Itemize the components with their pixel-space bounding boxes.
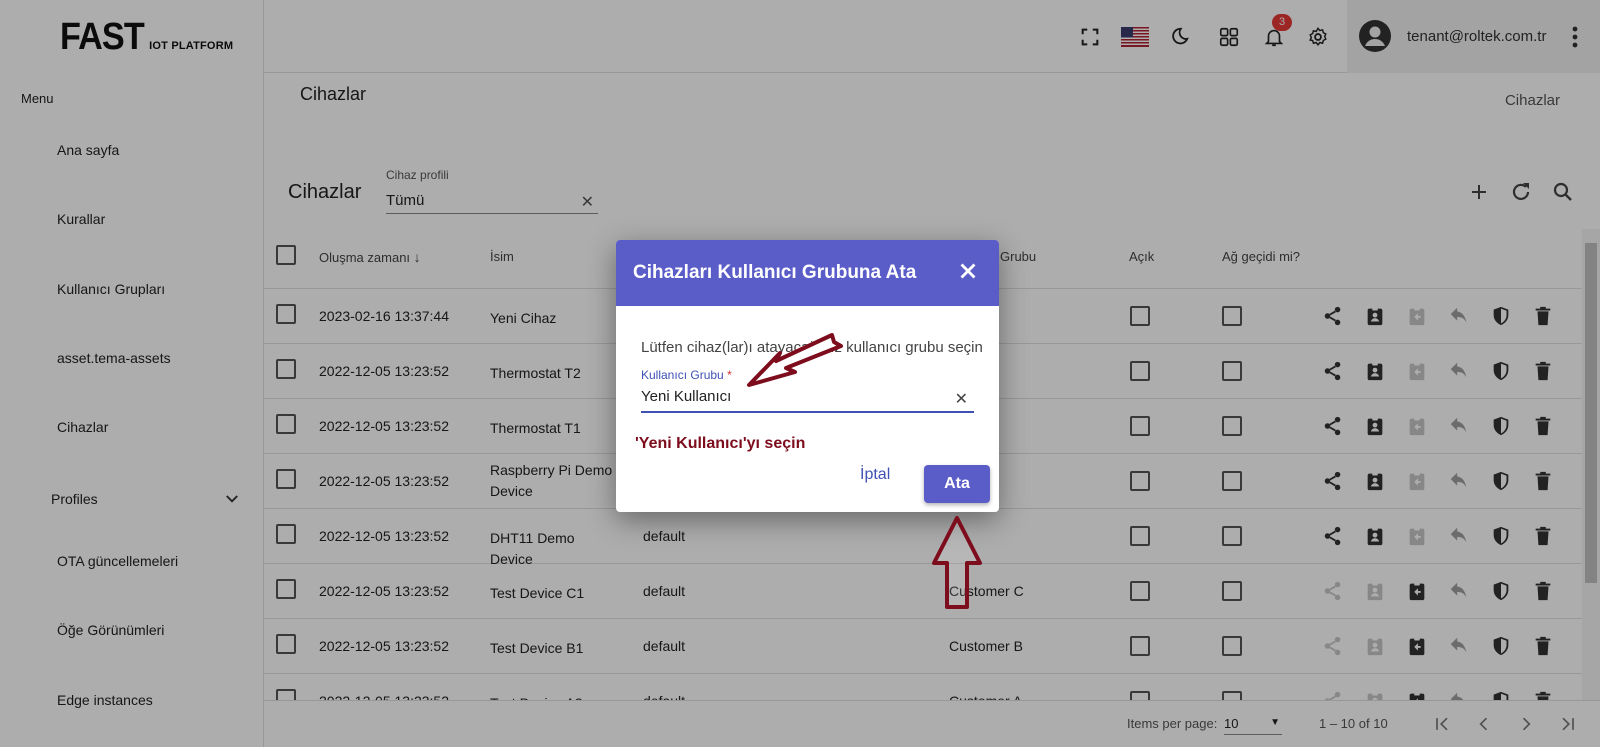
user-group-input[interactable]: Yeni Kullanıcı ✕ [641, 383, 974, 413]
user-group-value: Yeni Kullanıcı [641, 388, 732, 405]
required-mark: * [727, 368, 732, 382]
dialog-header: Cihazları Kullanıcı Grubuna Ata [616, 240, 999, 306]
user-group-field-label: Kullanıcı Grubu * [641, 368, 732, 382]
assign-to-group-dialog: Cihazları Kullanıcı Grubuna Ata Lütfen c… [616, 240, 999, 512]
assign-button[interactable]: Ata [924, 465, 990, 503]
instruction-note: 'Yeni Kullanıcı'yı seçin [635, 435, 806, 452]
user-group-label-text: Kullanıcı Grubu [641, 368, 724, 382]
dialog-message: Lütfen cihaz(lar)ı atayacağınız kullanıc… [641, 339, 983, 356]
close-icon[interactable] [955, 258, 981, 284]
cancel-button[interactable]: İptal [860, 466, 890, 484]
clear-icon[interactable]: ✕ [955, 389, 968, 409]
dialog-title: Cihazları Kullanıcı Grubuna Ata [633, 262, 917, 283]
